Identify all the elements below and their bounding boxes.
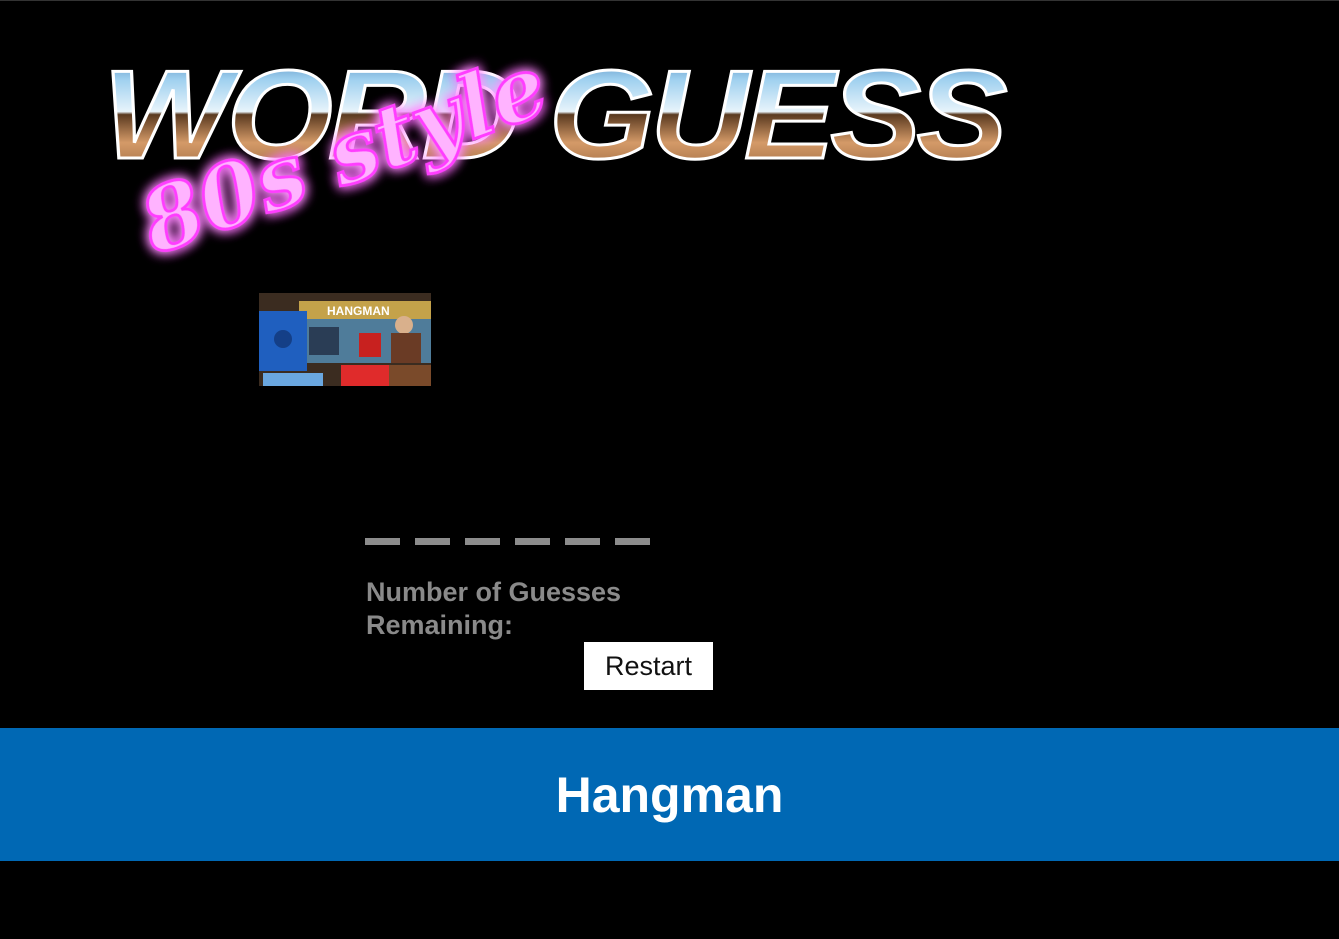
- letter-blank: [615, 538, 650, 545]
- letter-blank: [565, 538, 600, 545]
- letter-blank: [365, 538, 400, 545]
- box-title-text: HANGMAN: [327, 304, 390, 318]
- footer-title: Hangman: [555, 766, 784, 823]
- guesses-label: Number of Guesses Remaining:: [366, 577, 622, 640]
- top-border: [0, 0, 1339, 1]
- guesses-remaining: Number of Guesses Remaining:: [366, 576, 686, 642]
- letter-blank: [465, 538, 500, 545]
- restart-button[interactable]: Restart: [584, 642, 713, 690]
- letter-blank: [415, 538, 450, 545]
- letter-blank: [515, 538, 550, 545]
- word-blanks: [365, 538, 650, 545]
- footer-bar: Hangman: [0, 728, 1339, 861]
- hangman-box-thumbnail: HANGMAN: [259, 293, 431, 386]
- word-guess-logo: WORD GUESS 80s style: [95, 40, 1015, 280]
